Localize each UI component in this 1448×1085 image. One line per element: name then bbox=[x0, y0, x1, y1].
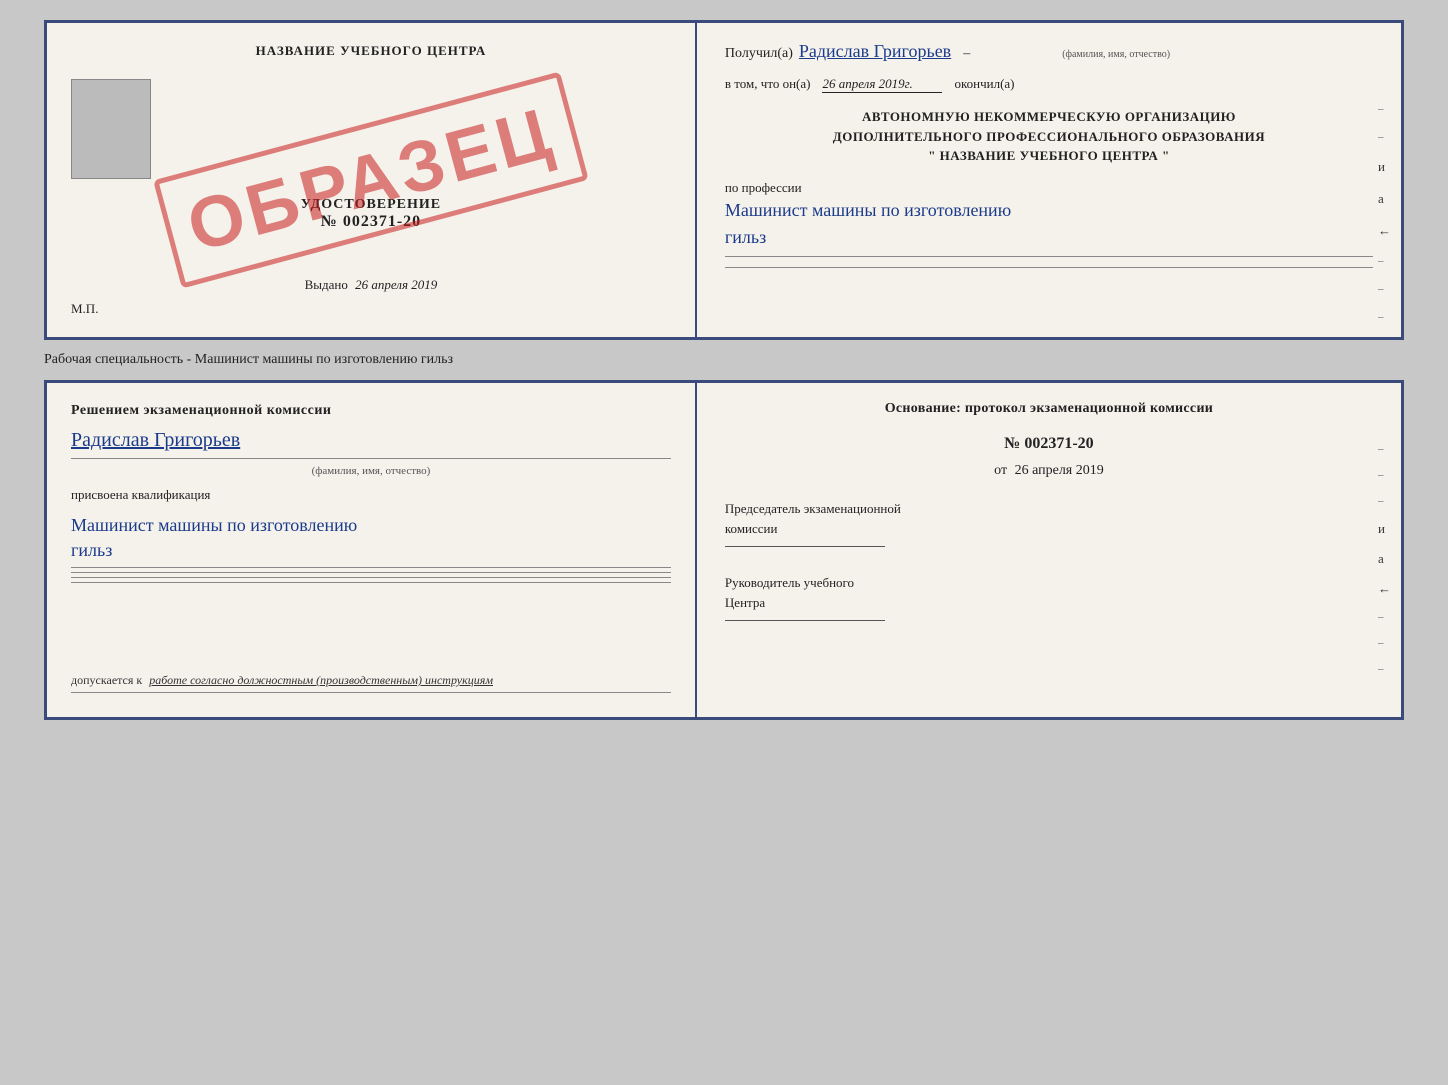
qual-line2: гильз bbox=[71, 540, 112, 560]
qualification-block: Машинист машины по изготовлению гильз bbox=[71, 513, 671, 587]
dash-line-2 bbox=[725, 267, 1373, 268]
udostoverenie-number: № 002371-20 bbox=[321, 213, 421, 231]
right-dashes: – – и а ← – – – bbox=[1378, 103, 1391, 323]
predsedatel-signature-line bbox=[725, 546, 885, 547]
dopusk-underline bbox=[71, 692, 671, 693]
dash-2: – bbox=[1378, 131, 1391, 143]
vydano-label: Выдано bbox=[305, 277, 348, 292]
bdash-4: и bbox=[1378, 521, 1391, 537]
osnovanie-title: Основание: протокол экзаменационной коми… bbox=[725, 401, 1373, 417]
name-block: Радислав Григорьев (фамилия, имя, отчест… bbox=[71, 429, 671, 477]
bdash-5: а bbox=[1378, 551, 1391, 567]
qual-underline4 bbox=[71, 582, 671, 583]
dash-1: – bbox=[1378, 103, 1391, 115]
dash-3: и bbox=[1378, 159, 1391, 175]
dopuskaetsya-block: допускается к работе согласно должностны… bbox=[71, 673, 671, 697]
dash-5: ← bbox=[1378, 223, 1391, 239]
certificate-top: НАЗВАНИЕ УЧЕБНОГО ЦЕНТРА УДОСТОВЕРЕНИЕ №… bbox=[44, 20, 1404, 340]
vydano-date: 26 апреля 2019 bbox=[355, 277, 437, 292]
right-dashes-bottom: – – – и а ← – – – bbox=[1378, 443, 1391, 675]
resheniem-text: Решением экзаменационной комиссии bbox=[71, 403, 671, 419]
dash-line-1 bbox=[725, 256, 1373, 257]
dopuskaetsya-prefix: допускается к bbox=[71, 673, 142, 687]
prisvoena-text: присвоена квалификация bbox=[71, 487, 671, 503]
vtom-prefix: в том, что он(а) bbox=[725, 76, 811, 92]
vydano-line: Выдано 26 апреля 2019 bbox=[305, 265, 438, 293]
qual-underline2 bbox=[71, 572, 671, 573]
dash-4: а bbox=[1378, 191, 1391, 207]
udostoverenie-label: УДОСТОВЕРЕНИЕ bbox=[301, 197, 441, 213]
bottom-name: Радислав Григорьев bbox=[71, 429, 671, 452]
po-professii-block: по профессии Машинист машины по изготовл… bbox=[725, 180, 1373, 272]
bdash-7: – bbox=[1378, 611, 1391, 623]
dash-8: – bbox=[1378, 311, 1391, 323]
bdash-3: – bbox=[1378, 495, 1391, 507]
poluchil-line: Получил(а) Радислав Григорьев – (фамилия… bbox=[725, 41, 1373, 62]
protocol-number: № 002371-20 bbox=[725, 435, 1373, 453]
bdash-2: – bbox=[1378, 469, 1391, 481]
rukovoditel-title: Руководитель учебного bbox=[725, 573, 1373, 593]
profession-name2: гильз bbox=[725, 225, 1373, 250]
specialty-text: Рабочая специальность - Машинист машины … bbox=[44, 348, 453, 372]
photo-placeholder bbox=[71, 79, 151, 179]
okончил-suffix: окончил(а) bbox=[954, 76, 1014, 92]
protocol-date-line: от 26 апреля 2019 bbox=[725, 463, 1373, 479]
rukovoditel-block: Руководитель учебного Центра bbox=[725, 573, 1373, 623]
name-underline bbox=[71, 458, 671, 459]
top-left-title: НАЗВАНИЕ УЧЕБНОГО ЦЕНТРА bbox=[256, 43, 487, 59]
cert-bottom-right: Основание: протокол экзаменационной коми… bbox=[697, 383, 1401, 717]
bdash-6: ← bbox=[1378, 581, 1391, 597]
bdash-8: – bbox=[1378, 637, 1391, 649]
mp-line: М.П. bbox=[71, 301, 98, 317]
bdash-1: – bbox=[1378, 443, 1391, 455]
predsedatel-block: Председатель экзаменационной комиссии bbox=[725, 499, 1373, 549]
predsedatel-title: Председатель экзаменационной bbox=[725, 499, 1373, 519]
certificate-bottom: Решением экзаменационной комиссии Радисл… bbox=[44, 380, 1404, 720]
poluchil-prefix: Получил(а) bbox=[725, 46, 793, 62]
dopuskaetsya-text: работе согласно должностным (производств… bbox=[149, 673, 493, 687]
qual-underline3 bbox=[71, 577, 671, 578]
dash-6: – bbox=[1378, 255, 1391, 267]
bdash-9: – bbox=[1378, 663, 1391, 675]
po-professii-label: по профессии bbox=[725, 180, 1373, 196]
cert-bottom-left: Решением экзаменационной комиссии Радисл… bbox=[47, 383, 697, 717]
vtom-line: в том, что он(а) 26 апреля 2019г. окончи… bbox=[725, 76, 1373, 93]
rukovoditel-subtitle: Центра bbox=[725, 593, 1373, 613]
poluchil-hint: (фамилия, имя, отчество) bbox=[1062, 49, 1170, 60]
cert-top-right: Получил(а) Радислав Григорьев – (фамилия… bbox=[697, 23, 1401, 337]
qual-line1: Машинист машины по изготовлению bbox=[71, 515, 357, 535]
predsedatel-subtitle: комиссии bbox=[725, 519, 1373, 539]
protocol-date-prefix: от bbox=[994, 463, 1007, 478]
dash-separator: – bbox=[963, 46, 970, 62]
rukovoditel-signature-line bbox=[725, 620, 885, 621]
cert-top-left: НАЗВАНИЕ УЧЕБНОГО ЦЕНТРА УДОСТОВЕРЕНИЕ №… bbox=[47, 23, 697, 337]
org-line3: " НАЗВАНИЕ УЧЕБНОГО ЦЕНТРА " bbox=[725, 146, 1373, 166]
document-wrapper: НАЗВАНИЕ УЧЕБНОГО ЦЕНТРА УДОСТОВЕРЕНИЕ №… bbox=[44, 20, 1404, 720]
qual-underline1 bbox=[71, 567, 671, 568]
name-hint: (фамилия, имя, отчество) bbox=[71, 465, 671, 477]
org-block: АВТОНОМНУЮ НЕКОММЕРЧЕСКУЮ ОРГАНИЗАЦИЮ ДО… bbox=[725, 107, 1373, 166]
poluchil-name: Радислав Григорьев bbox=[799, 41, 951, 62]
org-line1: АВТОНОМНУЮ НЕКОММЕРЧЕСКУЮ ОРГАНИЗАЦИЮ bbox=[725, 107, 1373, 127]
protocol-date: 26 апреля 2019 bbox=[1015, 463, 1104, 478]
vtom-date: 26 апреля 2019г. bbox=[822, 76, 942, 93]
org-line2: ДОПОЛНИТЕЛЬНОГО ПРОФЕССИОНАЛЬНОГО ОБРАЗО… bbox=[725, 127, 1373, 147]
dash-7: – bbox=[1378, 283, 1391, 295]
profession-name: Машинист машины по изготовлению bbox=[725, 198, 1373, 223]
udostoverenie-block: УДОСТОВЕРЕНИЕ № 002371-20 bbox=[301, 197, 441, 231]
obrazec-stamp: ОБРАЗЕЦ bbox=[153, 71, 589, 288]
